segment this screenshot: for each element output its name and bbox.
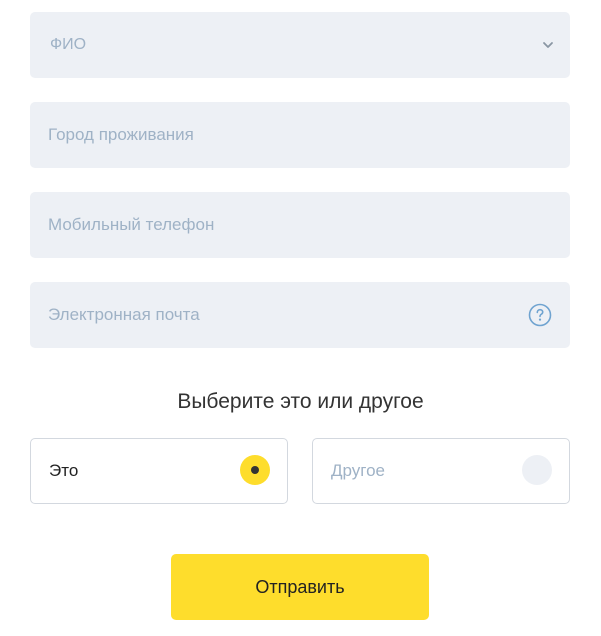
radio-unselected-indicator[interactable]: [522, 455, 552, 485]
fio-select[interactable]: ФИО: [30, 12, 570, 78]
question-circle-icon[interactable]: [528, 303, 552, 327]
radio-option-eto[interactable]: Это: [30, 438, 288, 504]
radio-label-drugoe: Другое: [331, 461, 386, 480]
choice-question: Выберите это или другое: [177, 390, 424, 413]
email-input[interactable]: [30, 282, 570, 348]
radio-selected-indicator[interactable]: [240, 455, 270, 485]
phone-field-wrapper: [30, 192, 570, 258]
radio-label-eto: Это: [49, 461, 79, 480]
city-field-wrapper: [30, 102, 570, 168]
radio-option-drugoe[interactable]: Другое: [312, 438, 570, 504]
fio-label: ФИО: [50, 36, 87, 53]
phone-input[interactable]: [30, 192, 570, 258]
city-input[interactable]: [30, 102, 570, 168]
submit-button[interactable]: Отправить: [171, 554, 429, 620]
email-field-wrapper: [30, 282, 570, 348]
chevron-down-icon[interactable]: [542, 40, 554, 50]
